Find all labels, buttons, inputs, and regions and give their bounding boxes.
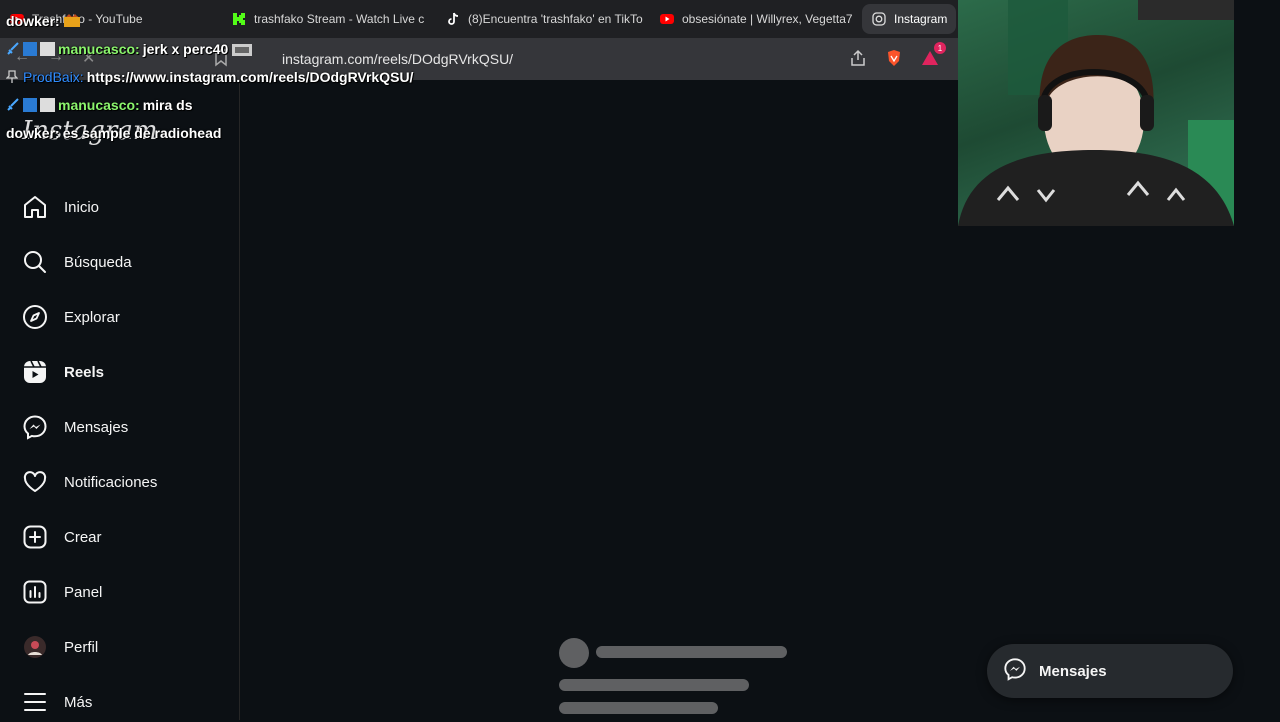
tab-label: Instagram bbox=[894, 12, 948, 26]
messages-button-label: Mensajes bbox=[1039, 662, 1107, 680]
youtube-icon bbox=[660, 12, 674, 26]
user-badges-icon bbox=[23, 42, 55, 56]
chat-link[interactable]: https://www.instagram.com/reels/DOdgRVrk… bbox=[87, 69, 414, 85]
chat-text: jerk x perc40 bbox=[142, 41, 229, 57]
nav-label: Reels bbox=[64, 363, 105, 381]
menu-icon bbox=[22, 689, 48, 715]
sword-badge-icon bbox=[6, 98, 20, 112]
instagram-icon bbox=[872, 12, 886, 26]
chat-message: manucasco: mira ds bbox=[6, 97, 193, 113]
chat-message: dowker: bbox=[6, 13, 80, 29]
nav-label: Búsqueda bbox=[64, 253, 132, 271]
skeleton-line bbox=[596, 646, 787, 658]
share-icon[interactable] bbox=[848, 48, 868, 68]
chat-text: mira ds bbox=[142, 97, 193, 113]
chat-username: dowker: bbox=[6, 125, 60, 141]
nav-item-perfil[interactable]: Perfil bbox=[22, 627, 98, 667]
search-icon bbox=[22, 249, 48, 275]
emote-icon bbox=[63, 14, 80, 28]
instagram-sidebar: Instagram Inicio Búsqueda Explorar Reels… bbox=[0, 80, 240, 720]
chat-username: manucasco: bbox=[58, 41, 140, 57]
pin-badge-icon bbox=[5, 70, 20, 84]
tab-label: trashfako Stream - Watch Live c bbox=[254, 12, 425, 26]
nav-item-reels[interactable]: Reels bbox=[22, 352, 104, 392]
nav-label: Perfil bbox=[64, 638, 99, 656]
reels-icon bbox=[22, 359, 48, 385]
address-bar-actions: 1 bbox=[848, 42, 946, 68]
skeleton-line bbox=[559, 702, 718, 714]
nav-label: Más bbox=[64, 693, 93, 711]
nav-label: Panel bbox=[64, 583, 103, 601]
nav-label: Explorar bbox=[64, 308, 120, 326]
nav-label: Inicio bbox=[64, 198, 100, 216]
chat-message: ProdBaix: https://www.instagram.com/reel… bbox=[5, 69, 414, 85]
chat-text: es sample de radiohead bbox=[62, 125, 222, 141]
brave-shield-icon[interactable] bbox=[884, 48, 904, 68]
nav-label: Notificaciones bbox=[64, 473, 158, 491]
tab-label: (8)Encuentra 'trashfako' en TikTo bbox=[468, 12, 643, 26]
brave-rewards-icon[interactable]: 1 bbox=[920, 42, 946, 68]
nav-item-mas[interactable]: Más bbox=[22, 682, 92, 722]
heart-icon bbox=[22, 469, 48, 495]
notification-badge: 1 bbox=[934, 42, 946, 54]
compass-icon bbox=[22, 304, 48, 330]
streamer-camera-image bbox=[958, 0, 1234, 226]
tab-label: obsesiónate | Willyrex, Vegetta7 bbox=[682, 12, 853, 26]
user-badges-icon bbox=[23, 98, 55, 112]
tab-instagram[interactable]: Instagram bbox=[862, 4, 956, 34]
chat-message: dowker: es sample de radiohead bbox=[6, 125, 221, 141]
emote-icon bbox=[231, 42, 253, 56]
url-text: instagram.com/reels/DOdgRVrkQSU/ bbox=[282, 51, 514, 67]
nav-item-busqueda[interactable]: Búsqueda bbox=[22, 242, 132, 282]
nav-item-notificaciones[interactable]: Notificaciones bbox=[22, 462, 157, 502]
messenger-icon bbox=[22, 414, 48, 440]
messenger-icon bbox=[1003, 657, 1027, 685]
nav-item-inicio[interactable]: Inicio bbox=[22, 187, 99, 227]
browser-tab-bar: Trashfako - YouTube trashfako Stream - W… bbox=[0, 0, 958, 38]
nav-item-explorar[interactable]: Explorar bbox=[22, 297, 120, 337]
plus-square-icon bbox=[22, 524, 48, 550]
chat-username: dowker: bbox=[6, 13, 60, 29]
avatar-icon bbox=[22, 634, 48, 660]
chart-icon bbox=[22, 579, 48, 605]
nav-item-mensajes[interactable]: Mensajes bbox=[22, 407, 128, 447]
nav-item-crear[interactable]: Crear bbox=[22, 517, 102, 557]
chat-username: manucasco: bbox=[58, 97, 140, 113]
tab-tiktok[interactable]: (8)Encuentra 'trashfako' en TikTo bbox=[436, 4, 646, 34]
skeleton-line bbox=[559, 679, 749, 691]
messages-button[interactable]: Mensajes bbox=[987, 644, 1233, 698]
tiktok-icon bbox=[446, 12, 460, 26]
skeleton-avatar bbox=[559, 638, 589, 668]
tab-kick-stream[interactable]: trashfako Stream - Watch Live c bbox=[222, 4, 432, 34]
home-icon bbox=[22, 194, 48, 220]
webcam-feed bbox=[958, 0, 1234, 226]
chat-message: manucasco: jerk x perc40 bbox=[6, 41, 253, 57]
nav-label: Mensajes bbox=[64, 418, 129, 436]
nav-label: Crear bbox=[64, 528, 102, 546]
sword-badge-icon bbox=[6, 42, 20, 56]
kick-icon bbox=[232, 12, 246, 26]
nav-item-panel[interactable]: Panel bbox=[22, 572, 102, 612]
chat-username: ProdBaix: bbox=[23, 69, 84, 85]
tab-youtube-obsesionate[interactable]: obsesiónate | Willyrex, Vegetta7 bbox=[650, 4, 860, 34]
